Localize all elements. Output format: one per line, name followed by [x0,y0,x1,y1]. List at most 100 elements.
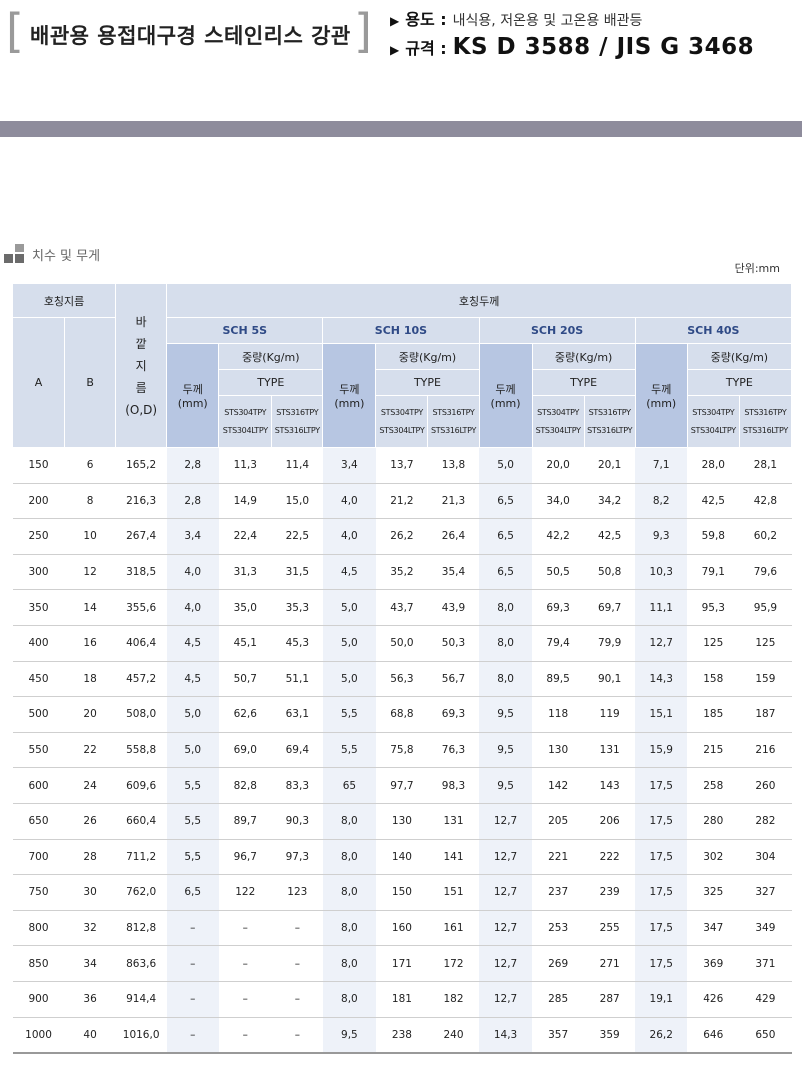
header-divider-band [0,121,802,137]
table-cell: 12,7 [479,945,533,982]
table-cell: 5,5 [166,803,219,840]
table-cell: 271 [584,945,636,982]
table-cell: 359 [584,1017,636,1055]
table-cell: 20 [64,696,116,733]
table-cell: 31,3 [218,554,272,591]
table-cell: 50,8 [584,554,636,591]
table-cell: 400 [12,625,65,662]
od-char: 바 [135,314,147,329]
table-cell: 14,9 [218,483,272,520]
od-char: 지 [135,358,147,373]
table-cell: 21,2 [375,483,428,520]
table-row: 450 18 457,2 4,5 50,7 51,1 5,0 56,3 56,7 8,0 89,5 9… [12,661,792,698]
table-cell: – [271,1017,323,1055]
table-cell: 426 [687,981,740,1018]
schedule-header: SCH 20S [478,317,636,344]
table-cell: 68,8 [375,696,428,733]
table-cell: 82,8 [218,767,272,804]
table-cell: 215 [687,732,740,769]
table-cell: 26,2 [375,518,428,555]
table-cell: 221 [532,839,585,876]
table-cell: 9,5 [479,767,533,804]
table-cell: 69,3 [427,696,480,733]
table-cell: 14 [64,589,116,626]
table-cell: 158 [687,661,740,698]
table-cell: 35,3 [271,589,323,626]
table-cell: 56,7 [427,661,480,698]
table-cell: 5,5 [166,767,219,804]
table-cell: 2,8 [166,447,219,484]
table-cell: 79,9 [584,625,636,662]
table-cell: 31,5 [271,554,323,591]
table-row: 850 34 863,6– – –8,0 171 172 12,7 269 271 17,5 369 3… [12,945,792,982]
table-cell: 69,0 [218,732,272,769]
table-cell: 355,6 [115,589,167,626]
table-cell: 69,3 [532,589,585,626]
table-cell: 349 [739,910,792,947]
table-cell: 216,3 [115,483,167,520]
table-cell: 269 [532,945,585,982]
table-cell: 35,2 [375,554,428,591]
table-cell: 69,7 [584,589,636,626]
table-cell: 26,4 [427,518,480,555]
page-title: 배관용 용접대구경 스테인리스 강관 [30,24,351,48]
table-row: 400 16 406,4 4,5 45,1 45,3 5,0 50,0 50,3 8,0 79,4 7… [12,625,792,662]
table-cell: 260 [739,767,792,804]
type-316l: STS316LTPY [742,426,788,435]
table-cell: 32 [64,910,116,947]
table-cell: 369 [687,945,740,982]
schedule-header: SCH 40S [634,317,793,344]
table-cell: 8,0 [322,981,376,1018]
table-cell: 83,3 [271,767,323,804]
table-cell: 240 [427,1017,480,1055]
table-cell: 20,1 [584,447,636,484]
table-cell: 8,0 [479,661,533,698]
nominal-size-header: 호칭지름 [11,283,117,318]
table-cell: 185 [687,696,740,733]
table-cell: – [271,910,323,947]
table-cell: 42,2 [532,518,585,555]
type-316: STS316TPY [432,408,475,417]
table-cell: 6,5 [166,874,219,911]
table-cell: – [166,1017,219,1055]
type-304-header: STS304TPY STS304LTPY [531,395,585,448]
table-cell: 253 [532,910,585,947]
table-cell: 325 [687,874,740,911]
table-cell: 609,6 [115,767,167,804]
table-cell: 650 [739,1017,792,1055]
table-cell: 222 [584,839,636,876]
table-cell: 8,0 [479,589,533,626]
table-body: 150 6 165,2 2,8 11,3 11,4 3,4 13,7 13,8 5,0 20,0 20… [12,447,792,1055]
table-cell: 34 [64,945,116,982]
table-cell: 318,5 [115,554,167,591]
table-cell: 89,7 [218,803,272,840]
table-cell: 914,4 [115,981,167,1018]
table-cell: 95,3 [687,589,740,626]
type-304-header: STS304TPY STS304LTPY [686,395,740,448]
table-cell: 16 [64,625,116,662]
table-cell: 20,0 [532,447,585,484]
table-cell: 457,2 [115,661,167,698]
table-cell: 79,6 [739,554,792,591]
thickness-header: 두께 (mm) [166,343,220,448]
table-cell: 11,4 [271,447,323,484]
table-cell: 300 [12,554,65,591]
type-304l: STS304LTPY [222,426,268,435]
table-cell: 34,2 [584,483,636,520]
table-cell: 280 [687,803,740,840]
thickness-unit: (mm) [490,397,521,410]
table-cell: – [218,910,272,947]
table-cell: 5,0 [166,732,219,769]
thickness-label: 두께 [651,383,672,396]
table-cell: 5,0 [166,696,219,733]
table-cell: 181 [375,981,428,1018]
table-cell: 182 [427,981,480,1018]
table-cell: 8 [64,483,116,520]
table-cell: 9,5 [479,696,533,733]
table-cell: 131 [427,803,480,840]
left-bracket-decoration: [ [6,4,24,58]
table-cell: 28 [64,839,116,876]
table-cell: 118 [532,696,585,733]
table-cell: 371 [739,945,792,982]
table-cell: 5,0 [322,589,376,626]
